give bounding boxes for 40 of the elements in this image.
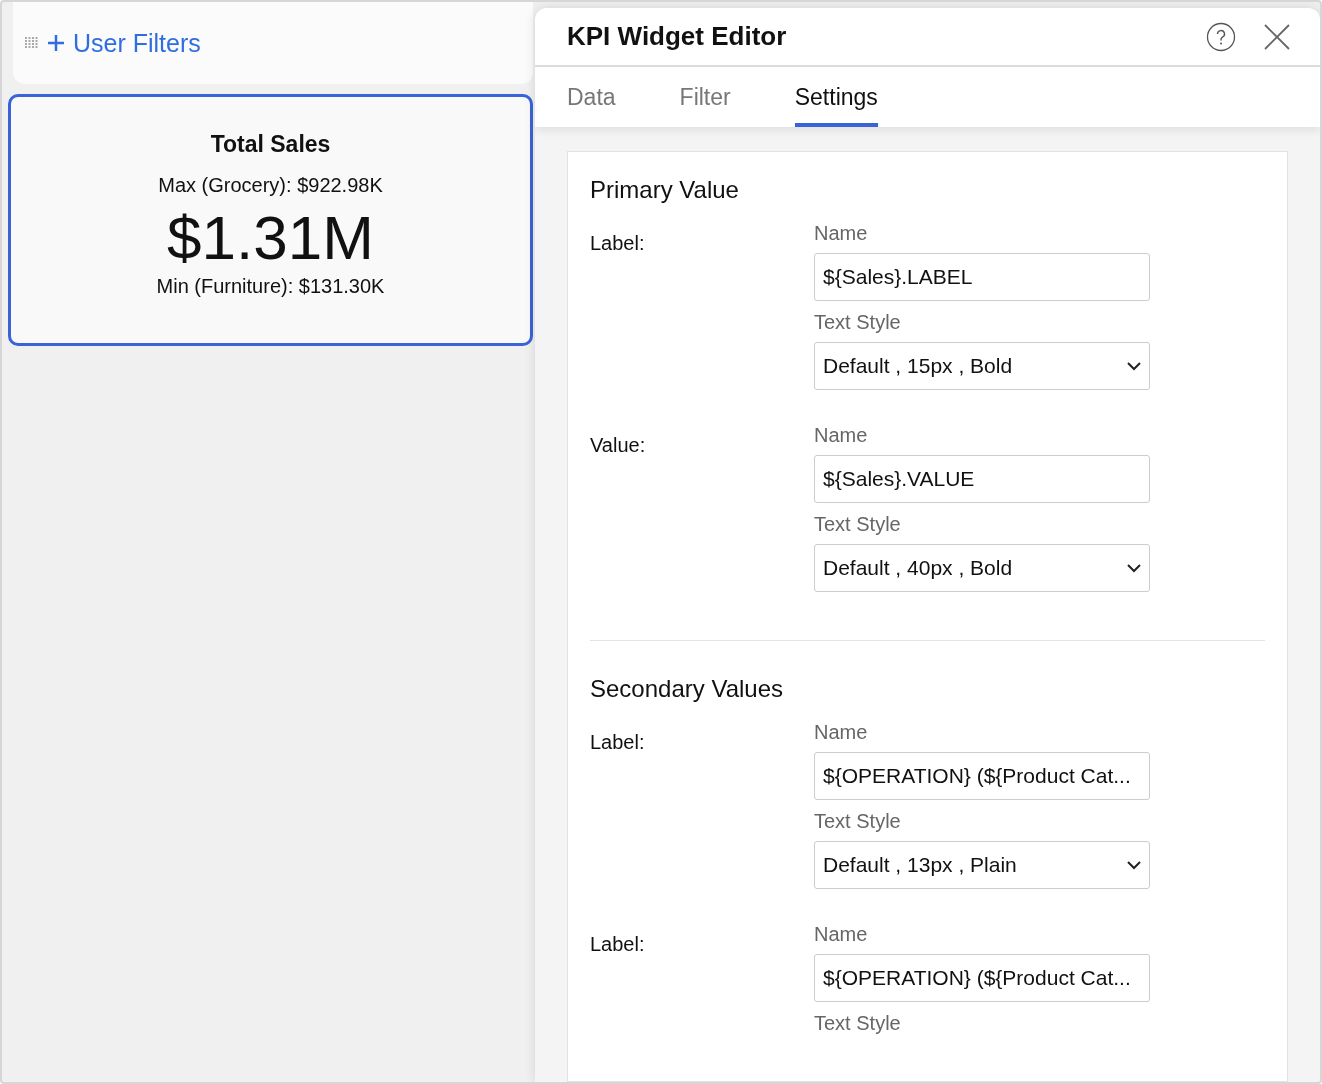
kpi-max-value: Max (Grocery): $922.98K <box>158 174 383 197</box>
name-input[interactable]: ${Sales}.LABEL <box>814 253 1150 301</box>
field-label: Label: <box>590 932 646 957</box>
section-title: Primary Value <box>590 176 740 204</box>
chevron-down-icon <box>1127 860 1141 870</box>
name-input[interactable]: ${Sales}.VALUE <box>814 455 1150 503</box>
text-style-caption: Text Style <box>814 810 902 833</box>
tab[interactable]: Settings <box>794 84 878 127</box>
plus-icon <box>47 34 65 52</box>
close-icon <box>1264 23 1290 50</box>
help-icon <box>1206 21 1236 52</box>
kpi-value: $1.31M <box>167 203 374 273</box>
tab[interactable]: Data <box>567 84 616 127</box>
tab[interactable]: Filter <box>679 84 731 127</box>
text-style-dropdown[interactable]: Default , 40px , Bold <box>814 544 1150 592</box>
drag-handle-icon[interactable] <box>25 37 39 49</box>
chevron-down-icon <box>1127 563 1141 573</box>
kpi-title: Total Sales <box>210 131 331 158</box>
kpi-min-value: Min (Furniture): $131.30K <box>156 275 385 298</box>
name-input[interactable]: ${OPERATION} (${Product Cat... <box>814 954 1150 1002</box>
text-style-caption: Text Style <box>814 513 902 536</box>
field-label: Label: <box>590 730 646 755</box>
help-button[interactable] <box>1206 21 1236 52</box>
text-style-caption: Text Style <box>814 311 902 334</box>
section-title: Secondary Values <box>590 675 784 703</box>
user-filters-link[interactable]: User Filters <box>47 28 201 58</box>
name-caption: Name <box>814 222 869 245</box>
chevron-down-icon <box>1127 361 1141 371</box>
name-caption: Name <box>814 721 869 744</box>
field-label: Label: <box>590 231 646 256</box>
kpi-card[interactable]: Total Sales Max (Grocery): $922.98K $1.31M Min (Furniture): $131.30K <box>8 94 533 346</box>
text-style-dropdown[interactable]: Default , 13px , Plain <box>814 841 1150 889</box>
text-style-caption: Text Style <box>814 1012 902 1035</box>
editor-title: KPI Widget Editor <box>567 21 788 52</box>
close-button[interactable] <box>1264 23 1290 50</box>
name-caption: Name <box>814 923 869 946</box>
field-label: Value: <box>590 433 647 458</box>
name-caption: Name <box>814 424 869 447</box>
text-style-dropdown[interactable]: Default , 15px , Bold <box>814 342 1150 390</box>
name-input[interactable]: ${OPERATION} (${Product Cat... <box>814 752 1150 800</box>
